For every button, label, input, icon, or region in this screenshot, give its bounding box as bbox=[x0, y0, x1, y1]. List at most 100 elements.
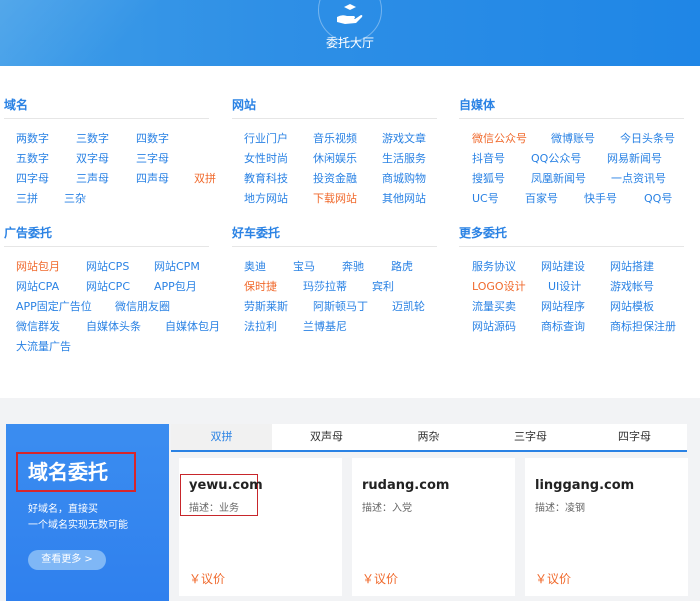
link-cars[interactable]: 法拉利 bbox=[244, 318, 277, 334]
link-more[interactable]: 游戏帐号 bbox=[610, 278, 654, 294]
link-website[interactable]: 行业门户 bbox=[244, 130, 288, 146]
link-domain[interactable]: 三数字 bbox=[76, 130, 109, 146]
tab-sanzimu[interactable]: 三字母 bbox=[480, 424, 581, 450]
link-ads[interactable]: 网站CPM bbox=[154, 258, 200, 274]
link-more[interactable]: 网站程序 bbox=[541, 298, 585, 314]
link-domain[interactable]: 四字母 bbox=[16, 170, 49, 186]
link-ads[interactable]: 微信朋友圈 bbox=[115, 298, 170, 314]
link-domain[interactable]: 三杂 bbox=[64, 190, 86, 206]
divider bbox=[459, 246, 684, 247]
link-ads[interactable]: 网站CPS bbox=[86, 258, 129, 274]
link-more[interactable]: 商标担保注册 bbox=[610, 318, 676, 334]
domain-name[interactable]: linggang.com bbox=[535, 478, 634, 493]
group-title-domain: 域名 bbox=[4, 98, 29, 112]
link-media[interactable]: 快手号 bbox=[584, 190, 617, 206]
link-website[interactable]: 音乐视频 bbox=[313, 130, 357, 146]
link-media[interactable]: 搜狐号 bbox=[472, 170, 505, 186]
domain-tabs: 双拼 双声母 两杂 三字母 四字母 bbox=[171, 424, 687, 452]
link-media[interactable]: 百家号 bbox=[525, 190, 558, 206]
link-media[interactable]: QQ号 bbox=[644, 190, 672, 206]
view-more-button[interactable]: 查看更多 > bbox=[28, 550, 106, 570]
link-cars[interactable]: 玛莎拉蒂 bbox=[303, 278, 347, 294]
link-cars[interactable]: 奥迪 bbox=[244, 258, 266, 274]
link-ads[interactable]: 网站包月 bbox=[16, 258, 60, 274]
link-media[interactable]: QQ公众号 bbox=[531, 150, 581, 166]
link-ads[interactable]: 网站CPC bbox=[86, 278, 130, 294]
link-website[interactable]: 教育科技 bbox=[244, 170, 288, 186]
link-cars[interactable]: 兰博基尼 bbox=[303, 318, 347, 334]
link-more[interactable]: 网站模板 bbox=[610, 298, 654, 314]
page-title: 委托大厅 bbox=[325, 36, 374, 50]
link-domain[interactable]: 五数字 bbox=[16, 150, 49, 166]
link-media[interactable]: 微博账号 bbox=[551, 130, 595, 146]
link-cars[interactable]: 保时捷 bbox=[244, 278, 277, 294]
link-domain[interactable]: 三字母 bbox=[136, 150, 169, 166]
link-website[interactable]: 游戏文章 bbox=[382, 130, 426, 146]
link-media[interactable]: 抖音号 bbox=[472, 150, 505, 166]
domain-name[interactable]: yewu.com bbox=[189, 478, 263, 493]
link-website[interactable]: 下载网站 bbox=[313, 190, 357, 206]
link-more[interactable]: UI设计 bbox=[548, 278, 581, 294]
tab-sizimu[interactable]: 四字母 bbox=[584, 424, 685, 450]
link-ads[interactable]: 网站CPA bbox=[16, 278, 59, 294]
link-ads[interactable]: 自媒体头条 bbox=[86, 318, 141, 334]
link-cars[interactable]: 路虎 bbox=[391, 258, 413, 274]
link-domain[interactable]: 四声母 bbox=[136, 170, 169, 186]
link-domain[interactable]: 两数字 bbox=[16, 130, 49, 146]
link-domain[interactable]: 三声母 bbox=[76, 170, 109, 186]
divider bbox=[4, 118, 209, 119]
tab-shuangpin[interactable]: 双拼 bbox=[171, 424, 272, 450]
link-media[interactable]: 今日头条号 bbox=[620, 130, 675, 146]
domain-desc: 描述：凌钢 bbox=[535, 503, 585, 514]
link-cars[interactable]: 宾利 bbox=[372, 278, 394, 294]
group-title-cars: 好车委托 bbox=[232, 226, 281, 240]
link-cars[interactable]: 奔驰 bbox=[342, 258, 364, 274]
link-more[interactable]: 网站建设 bbox=[541, 258, 585, 274]
link-cars[interactable]: 迈凯轮 bbox=[392, 298, 425, 314]
header-banner: 委托大厅 bbox=[0, 0, 700, 66]
link-cars[interactable]: 劳斯莱斯 bbox=[244, 298, 288, 314]
link-ads[interactable]: 微信群发 bbox=[16, 318, 60, 334]
tab-shuangshengmu[interactable]: 双声母 bbox=[276, 424, 377, 450]
link-ads[interactable]: APP固定广告位 bbox=[16, 298, 92, 314]
link-domain[interactable]: 四数字 bbox=[136, 130, 169, 146]
link-website[interactable]: 生活服务 bbox=[382, 150, 426, 166]
link-media[interactable]: 凤凰新闻号 bbox=[531, 170, 586, 186]
domain-card[interactable]: rudang.com 描述：入党 ￥议价 bbox=[352, 458, 515, 596]
promo-panel: 域名委托 好域名，直接买 一个域名实现无数可能 查看更多 > bbox=[6, 424, 169, 601]
promo-line-2: 一个域名实现无数可能 bbox=[28, 520, 128, 531]
domain-name[interactable]: rudang.com bbox=[362, 478, 449, 493]
link-cars[interactable]: 阿斯顿马丁 bbox=[313, 298, 368, 314]
link-domain[interactable]: 双字母 bbox=[76, 150, 109, 166]
link-domain[interactable]: 双拼 bbox=[194, 170, 216, 186]
link-media[interactable]: 一点资讯号 bbox=[611, 170, 666, 186]
link-domain[interactable]: 三拼 bbox=[16, 190, 38, 206]
link-ads[interactable]: APP包月 bbox=[154, 278, 197, 294]
promo-title: 域名委托 bbox=[16, 452, 136, 492]
tab-liangza[interactable]: 两杂 bbox=[378, 424, 479, 450]
link-more[interactable]: 网站源码 bbox=[472, 318, 516, 334]
link-more[interactable]: 服务协议 bbox=[472, 258, 516, 274]
link-website[interactable]: 其他网站 bbox=[382, 190, 426, 206]
link-media[interactable]: 微信公众号 bbox=[472, 130, 527, 146]
link-more[interactable]: 商标查询 bbox=[541, 318, 585, 334]
link-website[interactable]: 休闲娱乐 bbox=[313, 150, 357, 166]
link-media[interactable]: 网易新闻号 bbox=[607, 150, 662, 166]
domain-card[interactable]: linggang.com 描述：凌钢 ￥议价 bbox=[525, 458, 688, 596]
link-ads[interactable]: 大流量广告 bbox=[16, 338, 71, 354]
link-more[interactable]: 流量买卖 bbox=[472, 298, 516, 314]
group-title-media: 自媒体 bbox=[459, 98, 496, 112]
link-website[interactable]: 地方网站 bbox=[244, 190, 288, 206]
link-website[interactable]: 投资金融 bbox=[313, 170, 357, 186]
link-more[interactable]: 网站搭建 bbox=[610, 258, 654, 274]
domain-card[interactable]: yewu.com 描述：业务 ￥议价 bbox=[179, 458, 342, 596]
divider bbox=[459, 118, 684, 119]
link-cars[interactable]: 宝马 bbox=[293, 258, 315, 274]
link-website[interactable]: 商城购物 bbox=[382, 170, 426, 186]
link-media[interactable]: UC号 bbox=[472, 190, 499, 206]
banner-decoration bbox=[0, 0, 200, 66]
group-title-website: 网站 bbox=[232, 98, 257, 112]
link-ads[interactable]: 自媒体包月 bbox=[165, 318, 220, 334]
link-website[interactable]: 女性时尚 bbox=[244, 150, 288, 166]
link-more[interactable]: LOGO设计 bbox=[472, 278, 526, 294]
